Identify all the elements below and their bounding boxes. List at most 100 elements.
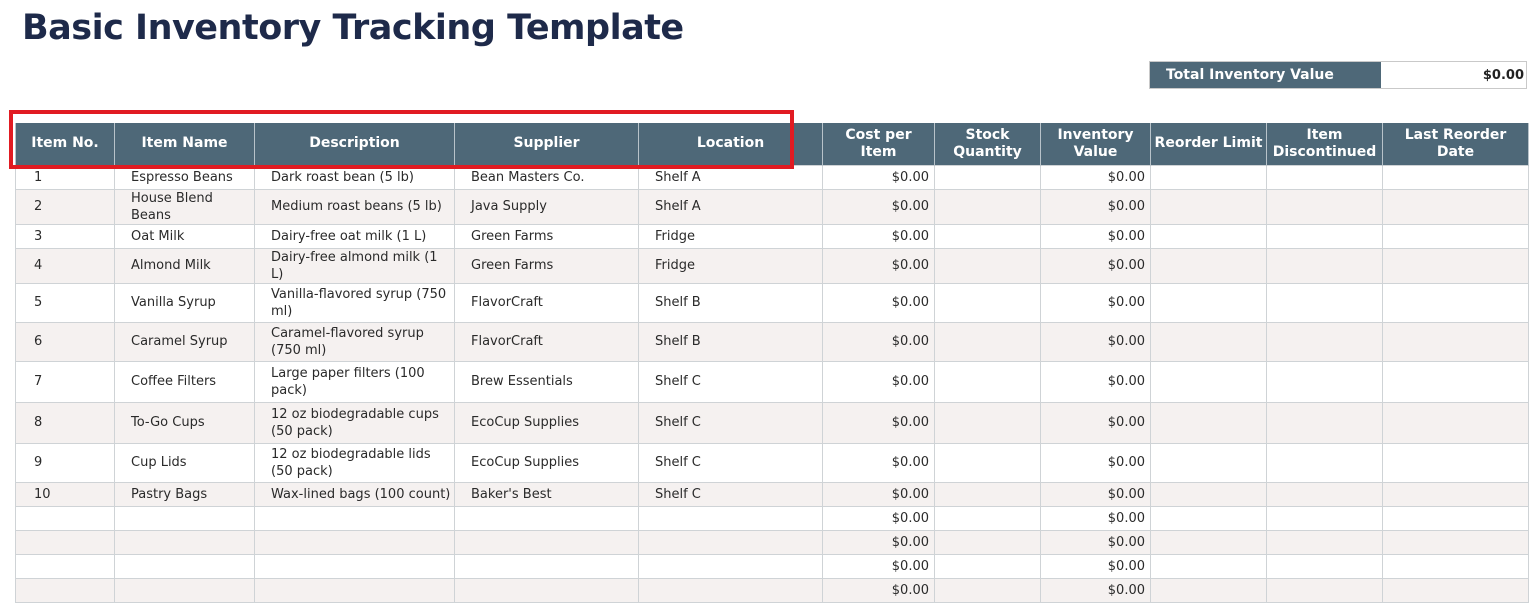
cell-supplier[interactable]: Baker's Best	[454, 481, 639, 507]
header-inventory-value[interactable]: Inventory Value	[1040, 123, 1151, 165]
cell-supplier[interactable]: Green Farms	[454, 223, 639, 249]
cell-inventory-value[interactable]: $0.00	[1040, 164, 1151, 190]
cell-item-name[interactable]: Pastry Bags	[114, 481, 255, 507]
cell-reorder-limit[interactable]	[1150, 247, 1267, 284]
cell-item-name[interactable]: Coffee Filters	[114, 360, 255, 403]
cell-item-discontinued[interactable]	[1266, 360, 1383, 403]
cell-item-name[interactable]: Oat Milk	[114, 223, 255, 249]
cell-cost-per-item[interactable]: $0.00	[822, 553, 935, 579]
cell-supplier[interactable]	[454, 505, 639, 531]
cell-stock-quantity[interactable]	[934, 164, 1041, 190]
cell-description[interactable]: Wax-lined bags (100 count)	[254, 481, 455, 507]
header-location[interactable]: Location	[638, 123, 823, 165]
cell-stock-quantity[interactable]	[934, 529, 1041, 555]
header-reorder-limit[interactable]: Reorder Limit	[1150, 123, 1267, 165]
cell-item-discontinued[interactable]	[1266, 505, 1383, 531]
cell-last-reorder-date[interactable]	[1382, 188, 1529, 225]
cell-item-discontinued[interactable]	[1266, 164, 1383, 190]
cell-reorder-limit[interactable]	[1150, 529, 1267, 555]
cell-item-no[interactable]	[15, 529, 115, 555]
cell-item-name[interactable]	[114, 505, 255, 531]
cell-location[interactable]: Fridge	[638, 223, 823, 249]
cell-last-reorder-date[interactable]	[1382, 164, 1529, 190]
cell-reorder-limit[interactable]	[1150, 481, 1267, 507]
cell-stock-quantity[interactable]	[934, 442, 1041, 483]
cell-item-name[interactable]: House Blend Beans	[114, 188, 255, 225]
cell-reorder-limit[interactable]	[1150, 505, 1267, 531]
cell-stock-quantity[interactable]	[934, 282, 1041, 323]
cell-cost-per-item[interactable]: $0.00	[822, 577, 935, 603]
cell-cost-per-item[interactable]: $0.00	[822, 247, 935, 284]
cell-reorder-limit[interactable]	[1150, 442, 1267, 483]
cell-stock-quantity[interactable]	[934, 321, 1041, 362]
cell-last-reorder-date[interactable]	[1382, 247, 1529, 284]
cell-reorder-limit[interactable]	[1150, 401, 1267, 444]
cell-supplier[interactable]: Java Supply	[454, 188, 639, 225]
header-item-no[interactable]: Item No.	[15, 123, 115, 165]
cell-description[interactable]: Dairy-free almond milk (1 L)	[254, 247, 455, 284]
cell-inventory-value[interactable]: $0.00	[1040, 401, 1151, 444]
cell-stock-quantity[interactable]	[934, 481, 1041, 507]
cell-description[interactable]: Dairy-free oat milk (1 L)	[254, 223, 455, 249]
cell-item-no[interactable]: 4	[15, 247, 115, 284]
header-item-discontinued[interactable]: Item Discontinued	[1266, 123, 1383, 165]
cell-item-discontinued[interactable]	[1266, 481, 1383, 507]
cell-location[interactable]: Shelf A	[638, 164, 823, 190]
cell-item-discontinued[interactable]	[1266, 553, 1383, 579]
cell-description[interactable]: Dark roast bean (5 lb)	[254, 164, 455, 190]
cell-reorder-limit[interactable]	[1150, 360, 1267, 403]
total-inventory-value[interactable]: $0.00	[1381, 62, 1526, 88]
cell-cost-per-item[interactable]: $0.00	[822, 188, 935, 225]
cell-description[interactable]	[254, 529, 455, 555]
cell-last-reorder-date[interactable]	[1382, 401, 1529, 444]
cell-location[interactable]: Shelf B	[638, 321, 823, 362]
cell-cost-per-item[interactable]: $0.00	[822, 401, 935, 444]
cell-cost-per-item[interactable]: $0.00	[822, 481, 935, 507]
cell-item-discontinued[interactable]	[1266, 442, 1383, 483]
cell-item-no[interactable]: 5	[15, 282, 115, 323]
cell-stock-quantity[interactable]	[934, 401, 1041, 444]
cell-reorder-limit[interactable]	[1150, 188, 1267, 225]
cell-inventory-value[interactable]: $0.00	[1040, 505, 1151, 531]
cell-description[interactable]	[254, 553, 455, 579]
cell-cost-per-item[interactable]: $0.00	[822, 321, 935, 362]
cell-location[interactable]: Shelf C	[638, 481, 823, 507]
cell-item-name[interactable]: Vanilla Syrup	[114, 282, 255, 323]
cell-stock-quantity[interactable]	[934, 223, 1041, 249]
cell-cost-per-item[interactable]: $0.00	[822, 529, 935, 555]
cell-item-no[interactable]: 2	[15, 188, 115, 225]
cell-location[interactable]	[638, 505, 823, 531]
cell-item-name[interactable]: Almond Milk	[114, 247, 255, 284]
header-stock-quantity[interactable]: Stock Quantity	[934, 123, 1041, 165]
cell-reorder-limit[interactable]	[1150, 577, 1267, 603]
cell-location[interactable]: Fridge	[638, 247, 823, 284]
cell-location[interactable]	[638, 529, 823, 555]
cell-item-no[interactable]: 1	[15, 164, 115, 190]
cell-supplier[interactable]	[454, 553, 639, 579]
cell-description[interactable]: Medium roast beans (5 lb)	[254, 188, 455, 225]
cell-supplier[interactable]: EcoCup Supplies	[454, 401, 639, 444]
header-description[interactable]: Description	[254, 123, 455, 165]
cell-last-reorder-date[interactable]	[1382, 282, 1529, 323]
cell-supplier[interactable]: FlavorCraft	[454, 321, 639, 362]
cell-supplier[interactable]	[454, 577, 639, 603]
cell-location[interactable]: Shelf A	[638, 188, 823, 225]
cell-inventory-value[interactable]: $0.00	[1040, 529, 1151, 555]
cell-last-reorder-date[interactable]	[1382, 442, 1529, 483]
cell-description[interactable]: Vanilla-flavored syrup (750 ml)	[254, 282, 455, 323]
cell-inventory-value[interactable]: $0.00	[1040, 223, 1151, 249]
cell-reorder-limit[interactable]	[1150, 321, 1267, 362]
cell-reorder-limit[interactable]	[1150, 164, 1267, 190]
cell-item-name[interactable]	[114, 529, 255, 555]
cell-item-no[interactable]: 3	[15, 223, 115, 249]
cell-last-reorder-date[interactable]	[1382, 553, 1529, 579]
cell-stock-quantity[interactable]	[934, 577, 1041, 603]
cell-inventory-value[interactable]: $0.00	[1040, 553, 1151, 579]
cell-cost-per-item[interactable]: $0.00	[822, 505, 935, 531]
cell-cost-per-item[interactable]: $0.00	[822, 223, 935, 249]
cell-supplier[interactable]	[454, 529, 639, 555]
cell-last-reorder-date[interactable]	[1382, 529, 1529, 555]
cell-last-reorder-date[interactable]	[1382, 223, 1529, 249]
cell-item-no[interactable]: 10	[15, 481, 115, 507]
cell-cost-per-item[interactable]: $0.00	[822, 164, 935, 190]
